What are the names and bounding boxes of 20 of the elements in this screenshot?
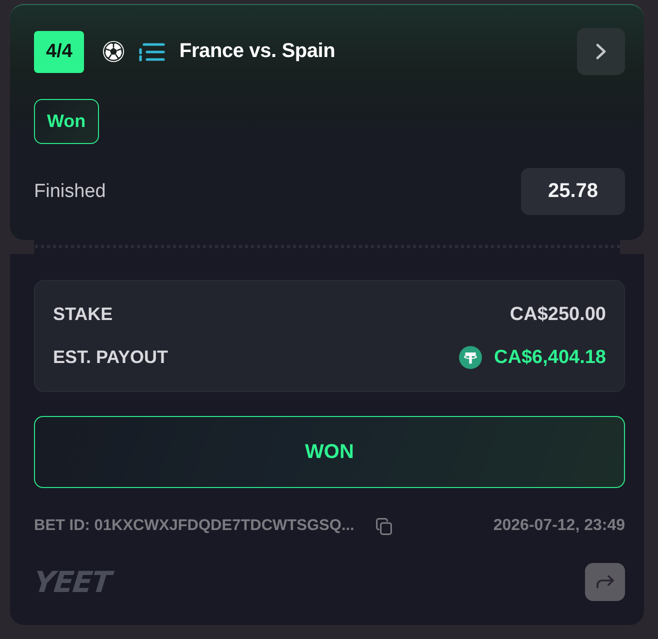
amount-label: STAKE [53,304,113,325]
odds-value: 25.78 [521,168,625,215]
bet-id: BET ID: 01KXCWXJFDQDE7TDCWTSGSQ... [34,517,354,535]
coin-icon [459,346,482,369]
match-status: Finished [34,180,106,202]
share-button[interactable] [585,563,625,601]
soccer-ball-icon [102,40,126,63]
result-banner: WON [34,416,625,488]
copy-icon[interactable] [376,518,392,534]
chevron-right-icon [595,43,607,60]
bet-timestamp: 2026-07-12, 23:49 [493,517,625,535]
details-button[interactable] [577,28,625,75]
amount-value: CA$6,404.18 [494,346,606,368]
amount-label: EST. PAYOUT [53,347,168,368]
amount-value: CA$250.00 [510,304,606,326]
match-title: France vs. Spain [179,40,336,63]
share-arrow-icon [596,575,614,589]
leg-count-badge: 4/4 [34,30,84,72]
list-icon [139,42,166,62]
result-tag: Won [34,99,99,144]
